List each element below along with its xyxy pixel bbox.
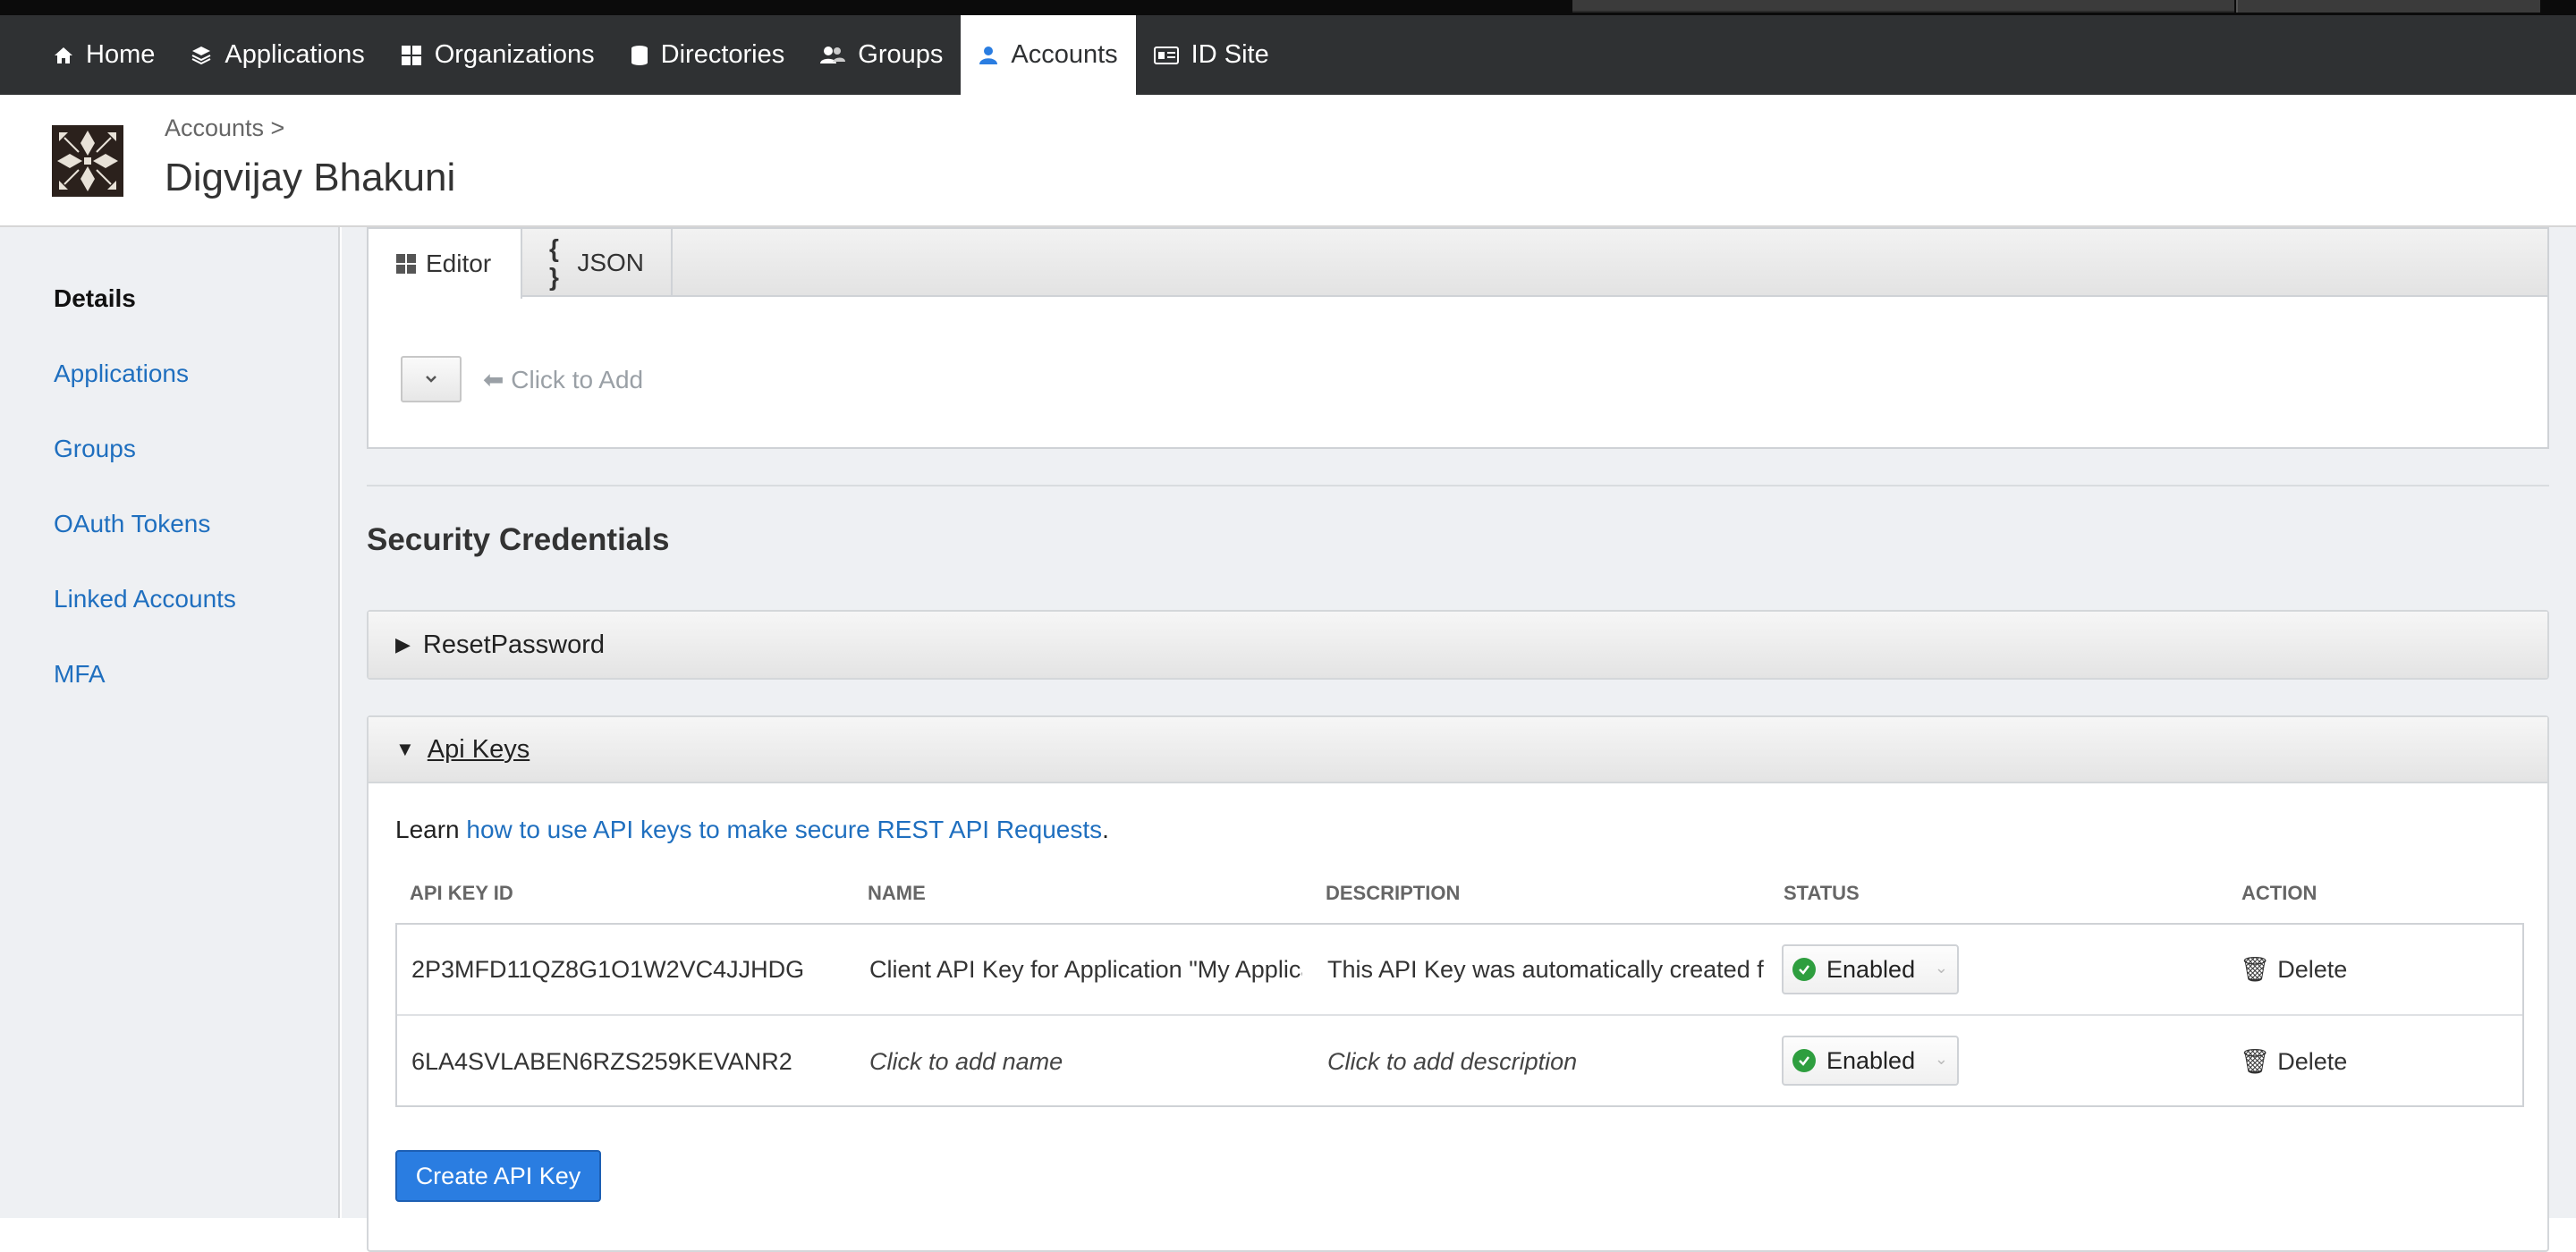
learn-prefix: Learn	[395, 816, 467, 843]
nav-organizations[interactable]: Organizations	[383, 15, 613, 95]
layers-icon	[191, 46, 211, 64]
delete-label: Delete	[2277, 1047, 2348, 1075]
sidebar-item-mfa[interactable]: MFA	[54, 660, 106, 689]
column-header-status: STATUS	[1784, 882, 1860, 904]
table-header: API KEY ID NAME DESCRIPTION STATUS ACTIO…	[395, 882, 2524, 909]
database-icon	[631, 45, 648, 65]
id-card-icon	[1153, 46, 1179, 64]
column-header-name: NAME	[868, 882, 926, 904]
nav-directories[interactable]: Directories	[613, 15, 803, 95]
sidebar: Details Applications Groups OAuth Tokens…	[0, 227, 340, 1218]
chevron-down-icon: ⌄	[1934, 959, 1948, 977]
nav-directories-label: Directories	[660, 40, 785, 69]
tab-json[interactable]: { } JSON	[522, 229, 673, 297]
tab-editor[interactable]: Editor	[369, 229, 522, 299]
sidebar-item-applications[interactable]: Applications	[54, 360, 189, 388]
nav-groups[interactable]: Groups	[802, 15, 961, 95]
reset-password-panel: ▶ ResetPassword	[367, 610, 2549, 680]
editor-tabbar: Editor { } JSON	[369, 229, 2547, 299]
top-navbar: Home Applications Organizations Director…	[0, 15, 2576, 95]
api-keys-help-link[interactable]: how to use API keys to make secure REST …	[466, 816, 1102, 843]
api-key-id: 2P3MFD11QZ8G1O1W2VC4JJHDG	[411, 955, 805, 983]
api-keys-toggle[interactable]: ▼ Api Keys	[369, 717, 2547, 783]
main-content: Editor { } JSON ⬅ Click to Add Security …	[342, 227, 2576, 1252]
nav-home-label: Home	[86, 40, 156, 69]
nav-groups-label: Groups	[858, 40, 944, 69]
create-api-key-button[interactable]: Create API Key	[395, 1150, 601, 1202]
divider	[367, 485, 2549, 486]
api-keys-table: 2P3MFD11QZ8G1O1W2VC4JJHDG Client API Key…	[395, 923, 2524, 1107]
nav-home[interactable]: Home	[36, 15, 173, 95]
page-title: Digvijay Bhakuni	[165, 156, 456, 199]
nav-accounts[interactable]: Accounts	[961, 15, 1136, 95]
custom-data-editor: Editor { } JSON ⬅ Click to Add	[367, 227, 2549, 449]
nav-accounts-label: Accounts	[1011, 40, 1118, 69]
pattern-avatar-icon	[52, 125, 123, 197]
top-strip-segment	[1572, 0, 2234, 13]
sidebar-item-oauth-tokens[interactable]: OAuth Tokens	[54, 510, 210, 538]
api-keys-panel: ▼ Api Keys Learn how to use API keys to …	[367, 715, 2549, 1252]
nav-applications-label: Applications	[225, 40, 365, 69]
status-select[interactable]: Enabled ⌄	[1782, 944, 1959, 994]
home-icon	[55, 47, 72, 63]
column-header-description: DESCRIPTION	[1326, 882, 1461, 904]
tab-json-label: JSON	[577, 249, 644, 276]
click-to-add-label: Click to Add	[511, 366, 644, 393]
nav-organizations-label: Organizations	[434, 40, 595, 69]
column-header-api-key-id: API KEY ID	[410, 882, 513, 904]
avatar	[52, 125, 123, 197]
table-row: 6LA4SVLABEN6RZS259KEVANR2 Click to add n…	[397, 1016, 2522, 1107]
api-key-description[interactable]: This API Key was automatically created f…	[1327, 925, 1764, 1014]
reset-password-label: ResetPassword	[422, 630, 606, 659]
status-value: Enabled	[1826, 955, 1916, 983]
grid-icon	[401, 45, 421, 65]
arrow-left-icon: ⬅	[483, 366, 504, 393]
nav-id-site[interactable]: ID Site	[1136, 15, 1287, 95]
check-circle-icon	[1792, 1049, 1816, 1072]
chevron-down-icon	[426, 376, 436, 383]
status-value: Enabled	[1826, 1046, 1916, 1074]
sidebar-item-details[interactable]: Details	[54, 284, 136, 313]
status-select[interactable]: Enabled ⌄	[1782, 1036, 1959, 1086]
column-header-action: ACTION	[2241, 882, 2318, 904]
tab-editor-label: Editor	[426, 250, 492, 277]
chevron-down-icon: ⌄	[1934, 1050, 1948, 1068]
sidebar-item-linked-accounts[interactable]: Linked Accounts	[54, 585, 236, 613]
top-strip-segment	[2236, 0, 2540, 13]
delete-button[interactable]: 🗑 Delete	[2240, 925, 2347, 1014]
api-key-id: 6LA4SVLABEN6RZS259KEVANR2	[411, 1047, 792, 1075]
page-header: Accounts > Digvijay Bhakuni	[0, 95, 2576, 227]
users-icon	[820, 46, 846, 63]
api-keys-label: Api Keys	[427, 734, 530, 764]
trash-icon: 🗑	[2240, 1048, 2271, 1075]
delete-button[interactable]: 🗑 Delete	[2240, 1016, 2347, 1107]
nav-applications[interactable]: Applications	[173, 15, 382, 95]
security-credentials-title: Security Credentials	[367, 522, 670, 557]
reset-password-toggle[interactable]: ▶ ResetPassword	[369, 612, 2547, 678]
browser-top-strip	[0, 0, 2576, 15]
caret-right-icon: ▶	[395, 633, 411, 656]
trash-icon: 🗑	[2240, 956, 2271, 983]
table-row: 2P3MFD11QZ8G1O1W2VC4JJHDG Client API Key…	[397, 925, 2522, 1016]
api-key-description[interactable]: Click to add description	[1327, 1016, 1764, 1107]
api-key-name[interactable]: Click to add name	[869, 1016, 1302, 1107]
learn-suffix: .	[1102, 816, 1109, 843]
api-key-name[interactable]: Client API Key for Application "My Appli…	[869, 925, 1302, 1014]
sidebar-item-groups[interactable]: Groups	[54, 435, 136, 463]
braces-icon: { }	[549, 234, 559, 291]
add-field-dropdown[interactable]	[401, 356, 462, 402]
user-icon	[979, 46, 998, 64]
nav-id-site-label: ID Site	[1191, 40, 1269, 69]
check-circle-icon	[1792, 958, 1816, 981]
learn-text: Learn how to use API keys to make secure…	[395, 816, 1109, 844]
caret-down-icon: ▼	[395, 738, 415, 760]
click-to-add-hint[interactable]: ⬅ Click to Add	[483, 365, 643, 394]
delete-label: Delete	[2277, 955, 2348, 983]
grid-icon	[396, 254, 416, 274]
breadcrumb[interactable]: Accounts >	[165, 114, 284, 142]
